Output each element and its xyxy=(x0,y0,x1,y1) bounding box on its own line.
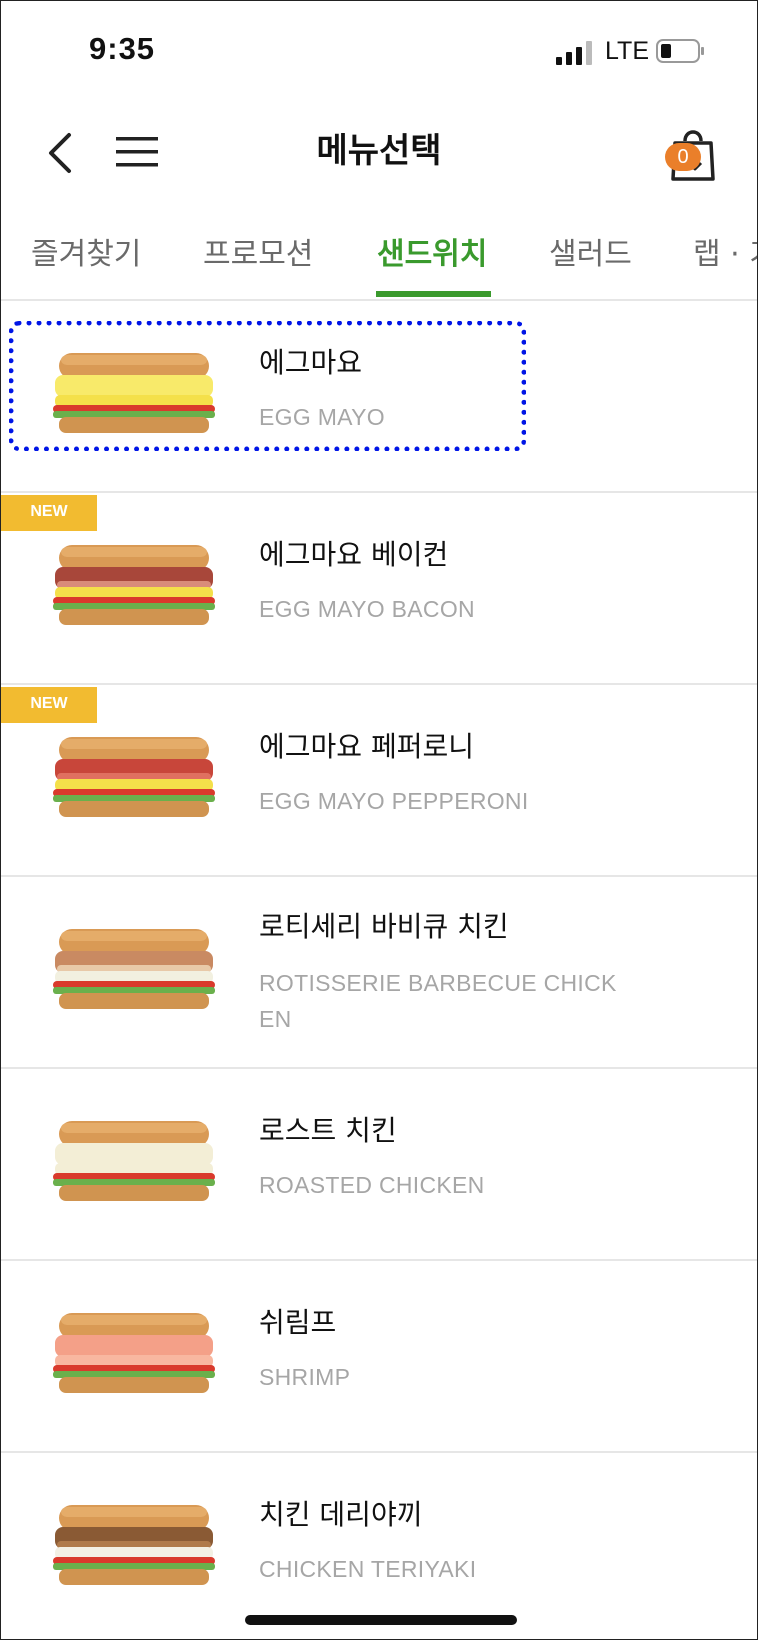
new-badge: NEW xyxy=(1,687,97,723)
menu-item[interactable]: 쉬림프 SHRIMP xyxy=(1,1261,757,1453)
active-tab-indicator xyxy=(376,291,491,297)
battery-icon xyxy=(656,39,704,63)
sandwich-image xyxy=(53,545,215,625)
top-header: 메뉴선택 0 xyxy=(1,101,757,201)
menu-item-name: 치킨 데리야끼 xyxy=(259,1498,423,1531)
sandwich-image xyxy=(53,1121,215,1201)
menu-item[interactable]: 치킨 데리야끼 CHICKEN TERIYAKI xyxy=(1,1453,757,1639)
menu-item-english-name: ROTISSERIE BARBECUE CHICK EN xyxy=(259,970,617,1032)
sandwich-image xyxy=(53,1313,215,1393)
menu-item-name: 에그마요 베이컨 xyxy=(259,538,449,571)
menu-item-english-name: EGG MAYO PEPPERONI xyxy=(259,788,529,814)
home-indicator xyxy=(245,1615,517,1625)
sandwich-image xyxy=(53,929,215,1009)
sandwich-image xyxy=(53,1505,215,1585)
sandwich-image xyxy=(53,737,215,817)
menu-item[interactable]: 로티세리 바비큐 치킨 ROTISSERIE BARBECUE CHICK EN xyxy=(1,877,757,1069)
selection-highlight xyxy=(9,321,526,451)
menu-item-name: 쉬림프 xyxy=(259,1306,337,1339)
menu-item-name: 에그마요 페퍼로니 xyxy=(259,730,474,763)
new-badge: NEW xyxy=(1,495,97,531)
menu-item[interactable]: 로스트 치킨 ROASTED CHICKEN xyxy=(1,1069,757,1261)
category-tabs: 즐겨찾기 프로모션 샌드위치 샐러드 랩 · 기 xyxy=(1,219,757,301)
cart-count-badge: 0 xyxy=(665,143,701,171)
status-bar: 9:35 LTE xyxy=(1,1,757,97)
tab-promotion[interactable]: 프로모션 xyxy=(203,229,313,273)
tab-wrap[interactable]: 랩 · 기 xyxy=(693,229,757,273)
menu-item-english-name: EGG MAYO BACON xyxy=(259,596,475,622)
menu-item[interactable]: NEW 에그마요 베이컨 EGG MAYO BACON xyxy=(1,493,757,685)
tab-salad[interactable]: 샐러드 xyxy=(549,229,632,273)
menu-item[interactable]: NEW 에그마요 페퍼로니 EGG MAYO PEPPERONI xyxy=(1,685,757,877)
menu-item-english-name: CHICKEN TERIYAKI xyxy=(259,1556,477,1582)
menu-item-english-name: SHRIMP xyxy=(259,1364,351,1390)
page-title: 메뉴선택 xyxy=(316,131,442,171)
tab-sandwich[interactable]: 샌드위치 xyxy=(377,229,487,273)
app-screen: 9:35 LTE 메뉴선택 0 즐겨찾기 프로모션 샌드위치 샐러드 랩 · 에… xyxy=(0,0,758,1640)
menu-item-name: 로스트 치킨 xyxy=(259,1114,397,1147)
tab-favorites[interactable]: 즐겨찾기 xyxy=(31,229,141,273)
menu-item-name: 로티세리 바비큐 치킨 xyxy=(259,910,509,943)
network-label: LTE xyxy=(605,37,649,65)
menu-item-english-name: ROASTED CHICKEN xyxy=(259,1172,485,1198)
status-time: 9:35 xyxy=(89,31,156,66)
